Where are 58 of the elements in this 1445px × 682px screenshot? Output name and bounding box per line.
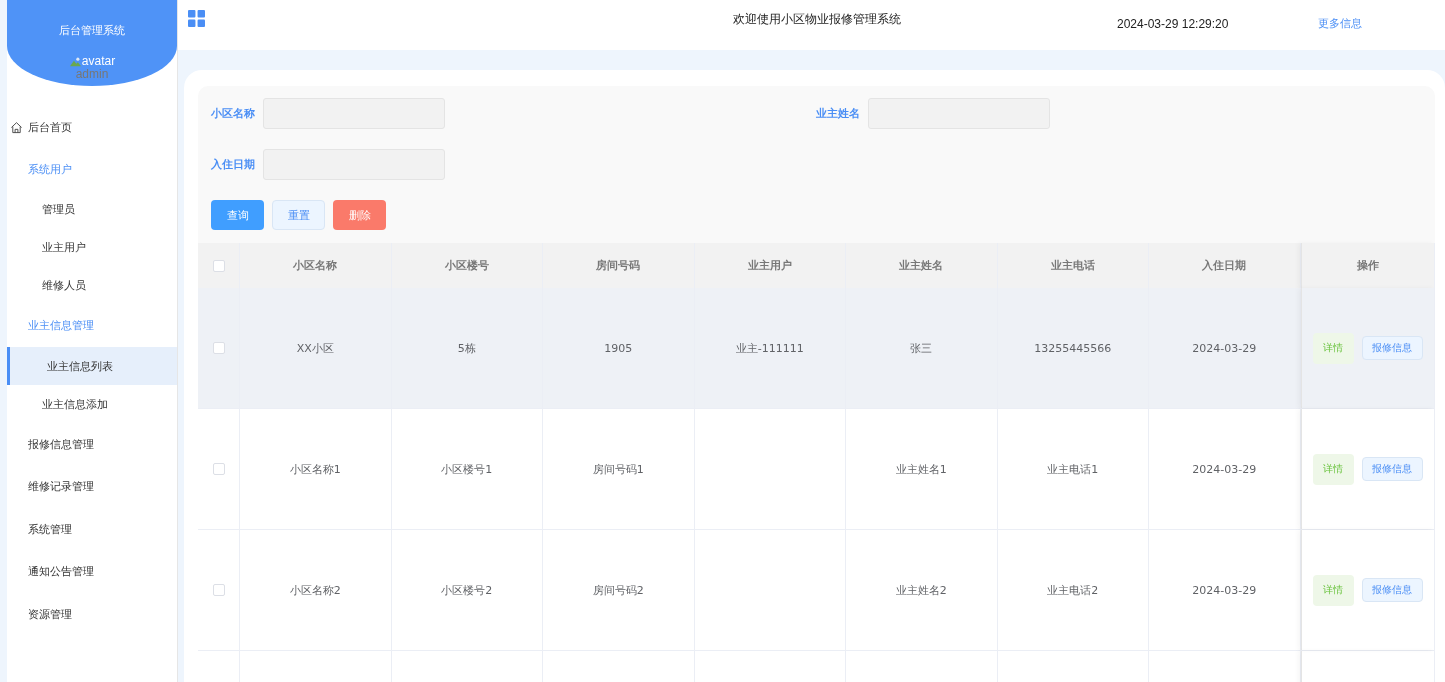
- grid-menu-icon[interactable]: [188, 10, 205, 27]
- table-cell: 业主姓名1: [895, 461, 947, 477]
- repair-info-button[interactable]: 报修信息: [1361, 336, 1423, 360]
- submenu-item[interactable]: 维修人员: [7, 266, 177, 305]
- detail-button[interactable]: 详情: [1312, 574, 1354, 606]
- table-cell: 业主电话2: [1047, 582, 1099, 598]
- table-cell: 房间号码2: [592, 582, 644, 598]
- checkbox[interactable]: [212, 342, 225, 354]
- page-title: 欢迎使用小区物业报修管理系统: [733, 11, 901, 28]
- menu-item-label: 后台首页: [28, 119, 72, 135]
- broken-image-icon: [68, 55, 82, 67]
- submenu-item[interactable]: 管理员: [7, 190, 177, 229]
- menu-group[interactable]: 系统管理: [7, 508, 177, 551]
- table-cell: 2024-03-29: [1192, 341, 1257, 355]
- datetime: 2024-03-29 12:29:20: [1117, 17, 1229, 31]
- checkbox[interactable]: [212, 584, 225, 596]
- menu-group[interactable]: 资源管理: [7, 593, 177, 636]
- search-button[interactable]: 查询: [211, 200, 264, 230]
- reset-button[interactable]: 重置: [272, 200, 325, 230]
- submenu-item[interactable]: 业主用户: [7, 228, 177, 267]
- menu-group[interactable]: 维修记录管理: [7, 465, 177, 508]
- field-label: 小区名称: [211, 106, 255, 121]
- table-cell: XX小区: [296, 340, 334, 356]
- table-cell: 1905: [604, 341, 633, 355]
- table-cell: 房间号码1: [592, 461, 644, 477]
- menu-item[interactable]: 后台首页: [7, 106, 177, 148]
- detail-button[interactable]: 详情: [1312, 453, 1354, 485]
- field-label: 业主姓名: [816, 106, 860, 121]
- table-cell: 2024-03-29: [1192, 583, 1257, 597]
- repair-info-button[interactable]: 报修信息: [1361, 578, 1423, 602]
- table-cell: 5栋: [457, 340, 476, 356]
- table-cell: 业主电话1: [1047, 461, 1099, 477]
- table-cell: 业主-111111: [735, 340, 804, 356]
- repair-info-button[interactable]: 报修信息: [1361, 457, 1423, 481]
- table-cell: 小区楼号2: [441, 582, 493, 598]
- menu-group[interactable]: 系统用户: [7, 148, 177, 191]
- username: admin: [75, 68, 109, 80]
- menu-group[interactable]: 报修信息管理: [7, 423, 177, 466]
- home-icon: [10, 120, 23, 134]
- more-info-link[interactable]: 更多信息: [1318, 16, 1362, 31]
- table-cell: 2024-03-29: [1192, 462, 1257, 476]
- menu-group[interactable]: 通知公告管理: [7, 550, 177, 593]
- table-cell: 业主姓名2: [895, 582, 947, 598]
- delete-button[interactable]: 删除: [333, 200, 386, 230]
- submenu-item[interactable]: 业主信息添加: [7, 385, 177, 423]
- table-cell: 小区名称1: [289, 461, 341, 477]
- checkbox[interactable]: [212, 463, 225, 475]
- submenu-item[interactable]: 业主信息列表: [7, 347, 177, 385]
- table-cell: 13255445566: [1034, 341, 1112, 355]
- table-cell: 小区楼号1: [441, 461, 493, 477]
- checkbox[interactable]: [212, 259, 225, 272]
- field-label: 入住日期: [211, 157, 255, 172]
- table-cell: 小区名称2: [289, 582, 341, 598]
- menu-group[interactable]: 业主信息管理: [7, 304, 177, 347]
- detail-button[interactable]: 详情: [1312, 332, 1354, 364]
- system-title: 后台管理系统: [59, 23, 125, 38]
- avatar-alt-text: avatar: [81, 54, 116, 68]
- table-cell: 张三: [910, 340, 933, 356]
